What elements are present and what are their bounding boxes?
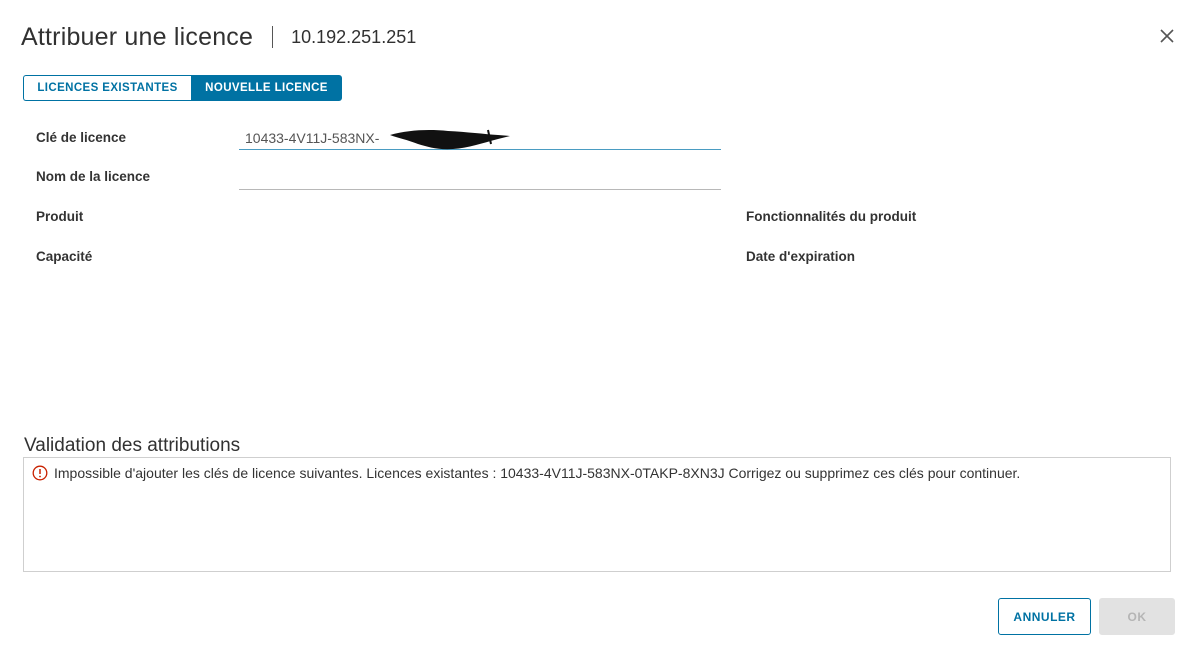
dialog-header: Attribuer une licence 10.192.251.251 (21, 20, 416, 54)
title-separator (272, 26, 274, 48)
product-label: Produit (36, 209, 84, 224)
validation-panel: Impossible d'ajouter les clés de licence… (23, 457, 1171, 572)
license-mode-tabs: LICENCES EXISTANTES NOUVELLE LICENCE (23, 75, 342, 101)
host-address: 10.192.251.251 (291, 26, 417, 47)
cancel-button[interactable]: ANNULER (998, 598, 1091, 635)
license-key-label: Clé de licence (36, 130, 127, 145)
license-name-input[interactable] (239, 166, 721, 190)
license-name-field-wrap (239, 166, 721, 190)
product-features-label: Fonctionnalités du produit (746, 209, 917, 224)
redaction-scribble (390, 129, 510, 150)
close-button[interactable] (1158, 27, 1176, 45)
expiration-date-label: Date d'expiration (746, 249, 855, 264)
capacity-label: Capacité (36, 249, 93, 264)
ok-button[interactable]: OK (1099, 598, 1175, 635)
validation-message-text: Impossible d'ajouter les clés de licence… (54, 465, 1021, 481)
tab-existing-licenses[interactable]: LICENCES EXISTANTES (23, 75, 191, 101)
validation-message-row: Impossible d'ajouter les clés de licence… (32, 465, 1020, 481)
dialog-title: Attribuer une licence (21, 22, 254, 51)
tab-new-license[interactable]: NOUVELLE LICENCE (191, 75, 342, 101)
validation-title: Validation des attributions (24, 435, 241, 456)
assign-license-dialog: Attribuer une licence 10.192.251.251 LIC… (0, 0, 1200, 651)
close-icon (1160, 29, 1174, 43)
error-circle-icon (32, 465, 48, 481)
license-name-label: Nom de la licence (36, 169, 151, 184)
